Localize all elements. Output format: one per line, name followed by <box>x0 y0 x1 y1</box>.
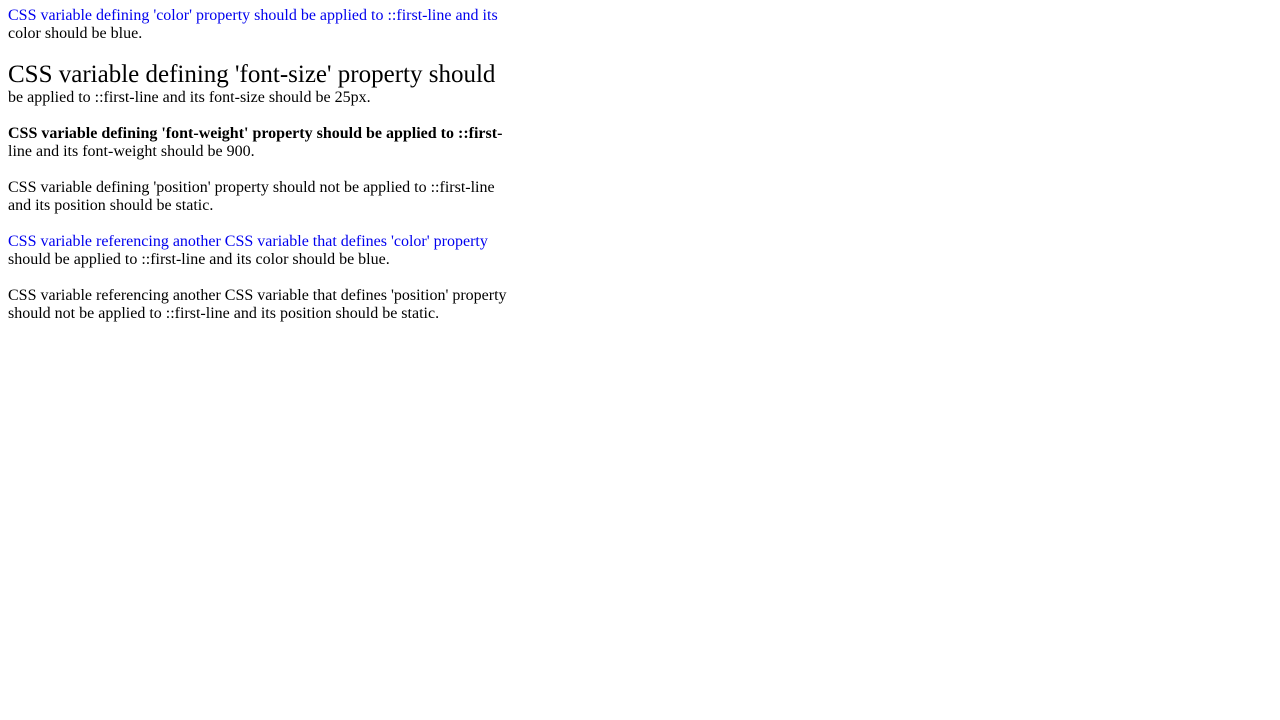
first-line-var-position: CSS variable referencing another CSS var… <box>8 287 507 304</box>
paragraph-rest: should not be applied to ::first-line an… <box>8 305 440 322</box>
paragraph-var-reference-color-test: CSS variable referencing another CSS var… <box>8 233 508 269</box>
paragraph-rest: be applied to ::first-line and its font-… <box>8 89 371 106</box>
paragraph-font-size-test: CSS variable defining 'font-size' proper… <box>8 61 508 107</box>
paragraph-rest: line and its font-weight should be 900. <box>8 143 255 160</box>
paragraph-var-reference-position-test: CSS variable referencing another CSS var… <box>8 287 508 323</box>
first-line-font-weight: CSS variable defining 'font-weight' prop… <box>8 125 503 142</box>
first-line-var-color: CSS variable referencing another CSS var… <box>8 233 488 250</box>
paragraph-position-test: CSS variable defining 'position' propert… <box>8 179 508 215</box>
first-line-position: CSS variable defining 'position' propert… <box>8 179 495 196</box>
paragraph-font-weight-test: CSS variable defining 'font-weight' prop… <box>8 125 508 161</box>
paragraph-rest: and its position should be static. <box>8 197 214 214</box>
paragraph-rest: should be applied to ::first-line and it… <box>8 251 390 268</box>
paragraph-color-test: CSS variable defining 'color' property s… <box>8 7 508 43</box>
paragraph-rest: color should be blue. <box>8 25 143 42</box>
test-content: CSS variable defining 'color' property s… <box>8 7 508 341</box>
first-line-color: CSS variable defining 'color' property s… <box>8 7 498 24</box>
first-line-font-size: CSS variable defining 'font-size' proper… <box>8 61 496 88</box>
